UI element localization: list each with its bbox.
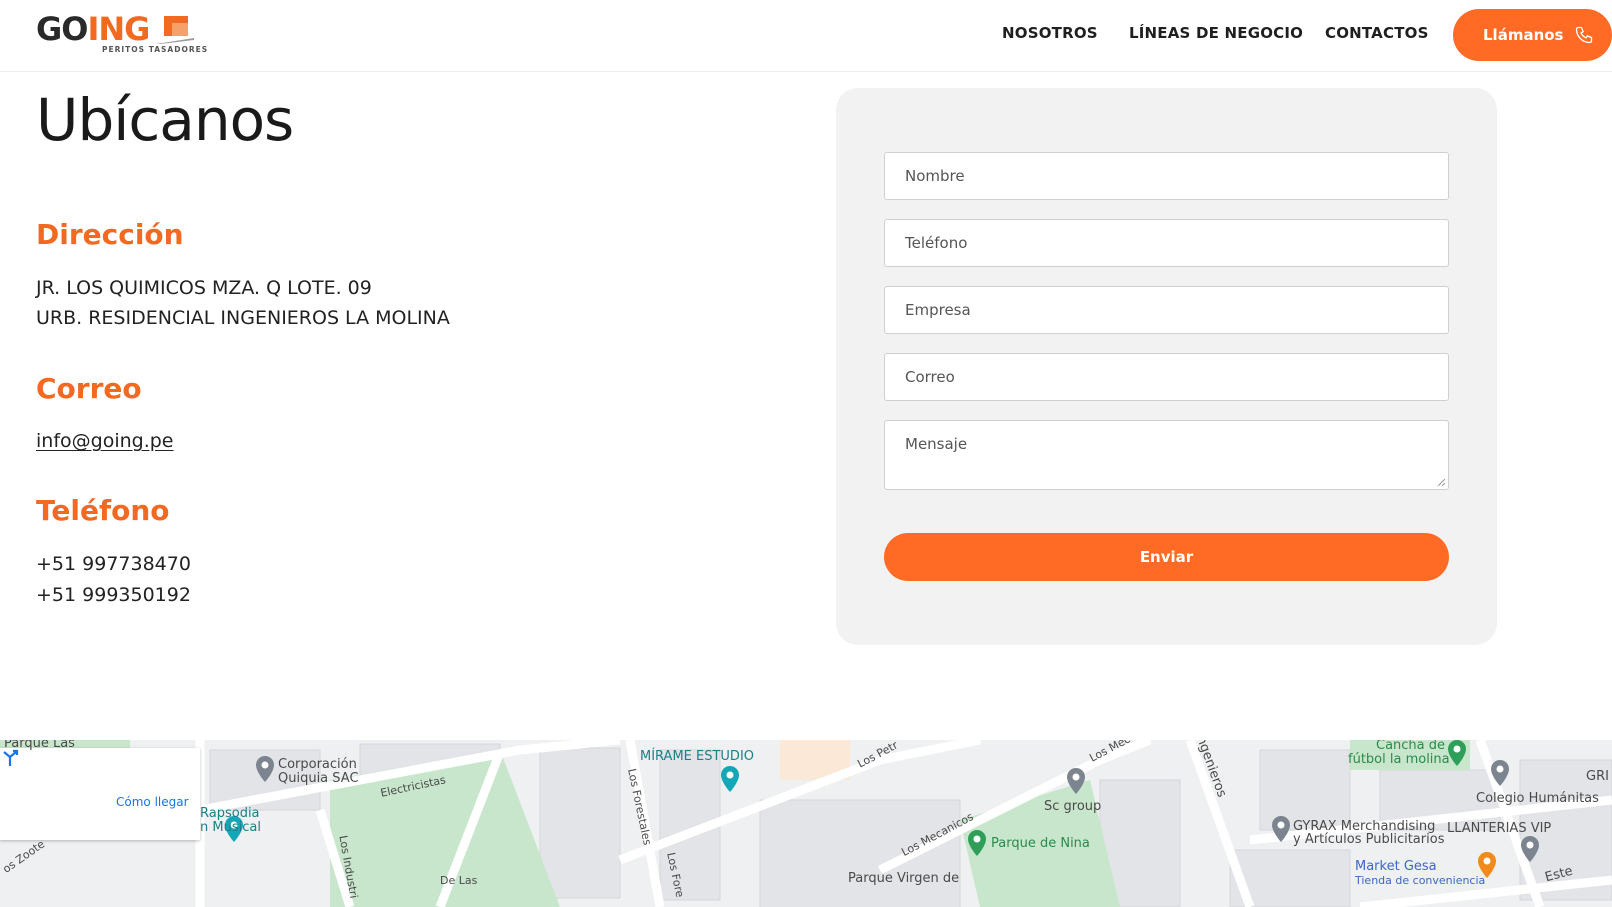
school-pin-icon[interactable] — [1490, 760, 1510, 786]
message-field[interactable]: Mensaje — [884, 420, 1449, 490]
map-label: Market Gesa — [1355, 859, 1437, 874]
map-label: Parque de Nina — [991, 836, 1090, 851]
call-button[interactable]: Llámanos — [1453, 9, 1612, 61]
phone-heading: Teléfono — [36, 494, 170, 527]
phone-field[interactable]: Teléfono — [884, 219, 1449, 267]
logo-tagline: PERITOS TASADORES — [102, 45, 209, 54]
map-label: Sc group — [1044, 799, 1102, 814]
location-map[interactable]: Cómo llegar Parque Las Corporación Quiqu… — [0, 740, 1612, 907]
directions-label: Cómo llegar — [116, 795, 189, 809]
address-heading: Dirección — [36, 218, 184, 251]
name-placeholder: Nombre — [905, 167, 965, 185]
page-title: Ubícanos — [36, 86, 294, 154]
directions-panel[interactable]: Cómo llegar — [0, 748, 200, 840]
park-pin-icon[interactable] — [967, 830, 987, 856]
company-field[interactable]: Empresa — [884, 286, 1449, 334]
email-link[interactable]: info@going.pe — [36, 430, 174, 452]
map-label: y Artículos Publicitarios — [1293, 832, 1445, 847]
sc-group-pin-icon[interactable] — [1066, 768, 1086, 794]
resize-grip-icon[interactable] — [1437, 478, 1445, 486]
map-label: Parque Las — [4, 740, 75, 751]
nav-contactos[interactable]: CONTACTOS — [1325, 24, 1429, 42]
map-label: Colegio Humánitas — [1476, 791, 1599, 806]
shop-pin-icon[interactable] — [1271, 816, 1291, 842]
field-pin-icon[interactable] — [1447, 740, 1467, 766]
map-label: Quiquia SAC — [278, 771, 359, 786]
send-button[interactable]: Enviar — [884, 533, 1449, 581]
phone-number-1: +51 997738470 — [36, 553, 191, 575]
phone-icon — [1575, 26, 1592, 44]
tire-shop-pin-icon[interactable] — [1520, 836, 1540, 862]
map-label: Corporación — [278, 757, 357, 772]
map-label: Rapsodia — [200, 806, 260, 821]
logo-wordmark: GOING — [36, 10, 150, 48]
email-field[interactable]: Correo — [884, 353, 1449, 401]
site-header: GOING PERITOS TASADORES NOSOTROS LÍNEAS … — [0, 0, 1612, 72]
studio-pin-icon[interactable] — [720, 766, 740, 792]
logo-mark-icon — [156, 16, 194, 44]
name-field[interactable]: Nombre — [884, 152, 1449, 200]
map-label: fútbol la molina — [1348, 752, 1450, 767]
email-placeholder: Correo — [905, 368, 955, 386]
message-placeholder: Mensaje — [905, 435, 968, 453]
map-label: LLANTERIAS VIP — [1447, 821, 1552, 836]
map-label: MÍRAME ESTUDIO — [640, 749, 755, 764]
map-label: Parque Virgen de — [848, 871, 960, 886]
phone-number-2: +51 999350192 — [36, 584, 191, 606]
going-logo[interactable]: GOING PERITOS TASADORES — [36, 12, 216, 58]
address-line-2: URB. RESIDENCIAL INGENIEROS LA MOLINA — [36, 307, 450, 329]
nav-lineas-de-negocio[interactable]: LÍNEAS DE NEGOCIO — [1129, 24, 1303, 42]
contact-form-card: Nombre Teléfono Empresa Correo Mensaje E… — [836, 88, 1497, 645]
phone-placeholder: Teléfono — [905, 234, 968, 252]
map-label: De Las — [440, 874, 478, 887]
email-heading: Correo — [36, 372, 142, 405]
map-label: GRI — [1586, 769, 1609, 784]
address-line-1: JR. LOS QUIMICOS MZA. Q LOTE. 09 — [36, 277, 372, 299]
nav-nosotros[interactable]: NOSOTROS — [1002, 24, 1098, 42]
map-label: Tienda de conveniencia — [1355, 874, 1486, 887]
map-pin-icon[interactable] — [255, 756, 275, 782]
call-button-label: Llámanos — [1483, 26, 1564, 44]
directions-icon — [3, 749, 19, 766]
company-placeholder: Empresa — [905, 301, 971, 319]
send-button-label: Enviar — [1139, 548, 1194, 566]
map-label: n Musical — [200, 820, 261, 835]
